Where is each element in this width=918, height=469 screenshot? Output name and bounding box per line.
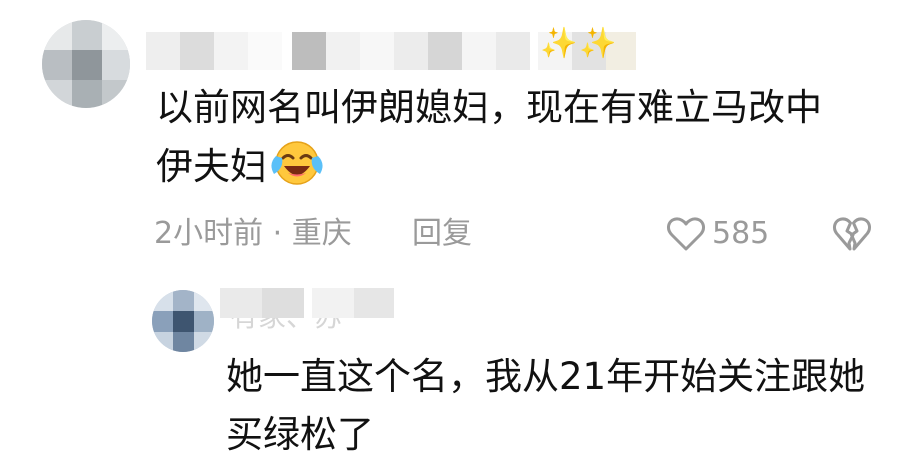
comment-meta-row: 2小时前 · 重庆 回复 585: [154, 210, 894, 258]
like-count: 585: [712, 216, 770, 251]
comment-text: 以前网名叫伊朗媳妇，现在有难立马改中 伊夫妇: [156, 78, 876, 204]
avatar[interactable]: [152, 290, 214, 352]
avatar[interactable]: [42, 20, 130, 108]
comment-text-line: 伊夫妇: [156, 137, 876, 204]
heart-outline-icon[interactable]: [666, 216, 706, 267]
username-reply[interactable]: 有家、苏: [220, 288, 420, 334]
comment-text-segment: 伊夫妇: [156, 145, 267, 188]
reply-text: 她一直这个名，我从21年开始关注跟她 买绿松了: [226, 348, 896, 464]
sparkle-icon: ✨✨: [540, 26, 619, 61]
reply-text-line: 她一直这个名，我从21年开始关注跟她: [226, 355, 866, 398]
comment-thread: ✨✨ 以前网名叫伊朗媳妇，现在有难立马改中 伊夫妇 2小时前 · 重庆 回复 5…: [0, 0, 918, 469]
comment-text-line: 以前网名叫伊朗媳妇，现在有难立马改中: [156, 86, 822, 129]
reply-text-line: 买绿松了: [226, 413, 374, 456]
timestamp-location: 2小时前 · 重庆: [154, 216, 352, 251]
laughing-with-tears-emoji-icon: [270, 139, 324, 204]
broken-heart-icon[interactable]: [832, 216, 872, 267]
reply-button[interactable]: 回复: [412, 210, 472, 258]
